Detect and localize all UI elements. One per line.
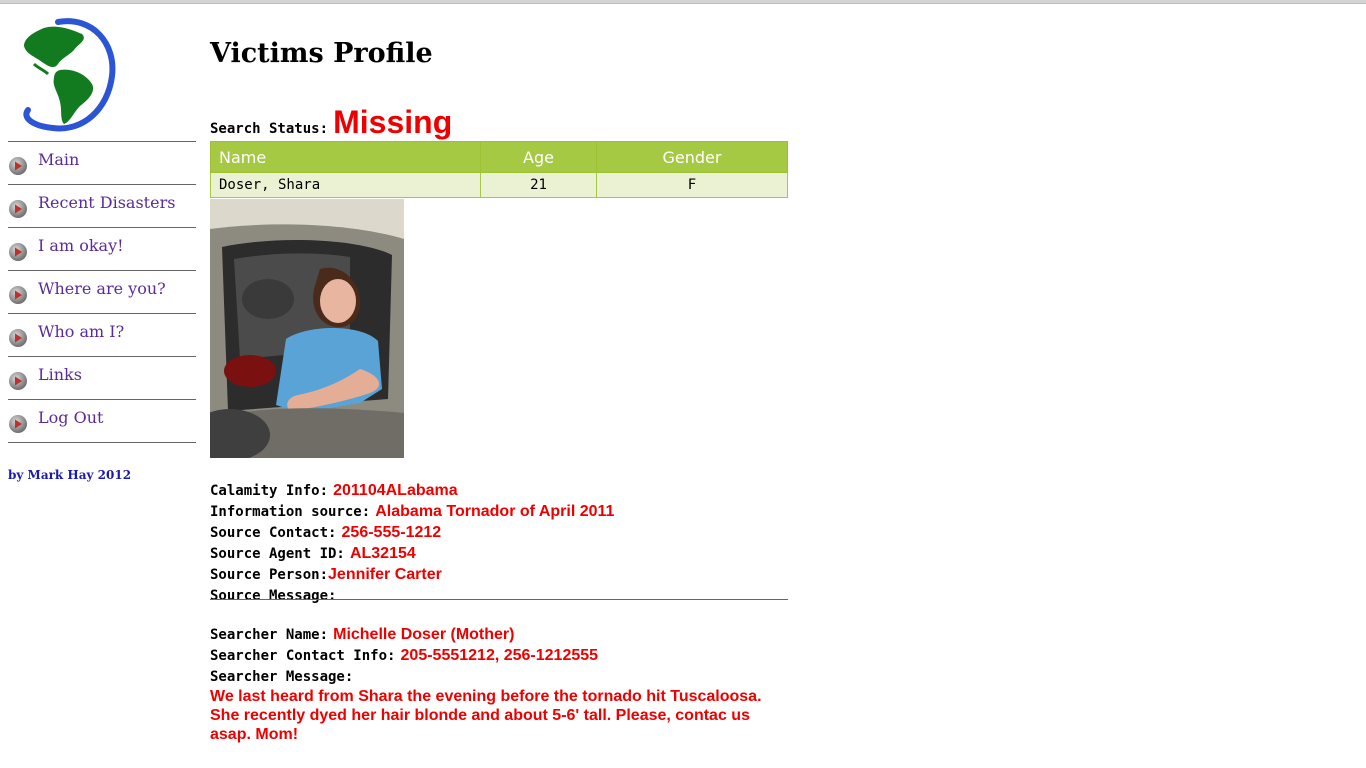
- sidebar-item-label[interactable]: I am okay!: [38, 236, 124, 255]
- victim-name-cell: Doser, Shara: [210, 172, 481, 198]
- globe-icon[interactable]: [8, 14, 118, 134]
- searcher-contact-value: 205-5551212, 256-1212555: [400, 647, 599, 664]
- search-status: Search Status: Missing: [210, 104, 452, 141]
- sidebar-item-label[interactable]: Recent Disasters: [38, 193, 175, 212]
- column-header-name: Name: [210, 141, 481, 173]
- victim-age-cell: 21: [480, 172, 597, 198]
- source-person-line: Source Person:Jennifer Carter: [210, 564, 788, 585]
- section-divider: [210, 599, 788, 600]
- sidebar-item-who-am-i[interactable]: Who am I?: [8, 314, 196, 357]
- sidebar-item-label[interactable]: Links: [38, 365, 82, 384]
- sidebar-item-label[interactable]: Where are you?: [38, 279, 166, 298]
- victim-photo: [210, 199, 404, 458]
- table-row: Doser, Shara 21 F: [210, 172, 788, 198]
- searcher-message-line: Searcher Message:: [210, 666, 788, 687]
- column-header-gender: Gender: [596, 141, 788, 173]
- sidebar-item-recent-disasters[interactable]: Recent Disasters: [8, 185, 196, 228]
- source-contact-line: Source Contact: 256-555-1212: [210, 522, 788, 543]
- searcher-message-label: Searcher Message:: [210, 669, 354, 685]
- searcher-contact-line: Searcher Contact Info: 205-5551212, 256-…: [210, 645, 788, 666]
- play-bullet-icon: [8, 156, 28, 176]
- source-agent-line: Source Agent ID: AL32154: [210, 543, 788, 564]
- search-status-value: Missing: [333, 104, 453, 140]
- source-person-value: Jennifer Carter: [328, 566, 442, 583]
- browser-top-border: [0, 0, 1366, 4]
- sidebar-item-links[interactable]: Links: [8, 357, 196, 400]
- calamity-label: Calamity Info:: [210, 483, 329, 499]
- source-contact-value: 256-555-1212: [341, 524, 442, 541]
- source-message-line: Source Message:: [210, 585, 788, 606]
- sidebar-nav: Main Recent Disasters I am okay! Where a…: [8, 141, 196, 443]
- source-person-label: Source Person:: [210, 567, 329, 583]
- source-agent-label: Source Agent ID:: [210, 546, 345, 562]
- searcher-name-line: Searcher Name: Michelle Doser (Mother): [210, 624, 788, 645]
- search-status-label: Search Status:: [210, 121, 329, 137]
- source-agent-value: AL32154: [349, 545, 416, 562]
- calamity-value: 201104ALabama: [333, 482, 458, 499]
- sidebar-item-main[interactable]: Main: [8, 142, 196, 185]
- searcher-message-value: We last heard from Shara the evening bef…: [210, 688, 762, 743]
- play-bullet-icon: [8, 414, 28, 434]
- sidebar-item-label[interactable]: Who am I?: [38, 322, 124, 341]
- information-source-label: Information source:: [210, 504, 371, 520]
- source-contact-label: Source Contact:: [210, 525, 337, 541]
- play-bullet-icon: [8, 285, 28, 305]
- sidebar-item-label[interactable]: Log Out: [38, 408, 103, 427]
- victim-gender-cell: F: [596, 172, 788, 198]
- page-title: Victims Profile: [210, 38, 433, 69]
- searcher-info: Searcher Name: Michelle Doser (Mother) S…: [210, 624, 788, 744]
- column-header-age: Age: [480, 141, 597, 173]
- searcher-name-label: Searcher Name:: [210, 627, 329, 643]
- sidebar-item-log-out[interactable]: Log Out: [8, 400, 196, 443]
- sidebar-item-i-am-okay[interactable]: I am okay!: [8, 228, 196, 271]
- information-source-value: Alabama Tornador of April 2011: [375, 503, 615, 520]
- searcher-contact-label: Searcher Contact Info:: [210, 648, 396, 664]
- play-bullet-icon: [8, 328, 28, 348]
- play-bullet-icon: [8, 199, 28, 219]
- sidebar-item-where-are-you[interactable]: Where are you?: [8, 271, 196, 314]
- sidebar-item-label[interactable]: Main: [38, 150, 79, 169]
- source-message-label: Source Message:: [210, 588, 337, 604]
- information-source-line: Information source: Alabama Tornador of …: [210, 501, 788, 522]
- author-credit: by Mark Hay 2012: [8, 468, 132, 482]
- calamity-line: Calamity Info: 201104ALabama: [210, 480, 788, 501]
- searcher-name-value: Michelle Doser (Mother): [333, 626, 515, 643]
- table-header-row: Name Age Gender: [210, 141, 788, 173]
- victim-table: Name Age Gender Doser, Shara 21 F: [210, 141, 788, 198]
- play-bullet-icon: [8, 242, 28, 262]
- play-bullet-icon: [8, 371, 28, 391]
- calamity-info: Calamity Info: 201104ALabama Information…: [210, 480, 788, 606]
